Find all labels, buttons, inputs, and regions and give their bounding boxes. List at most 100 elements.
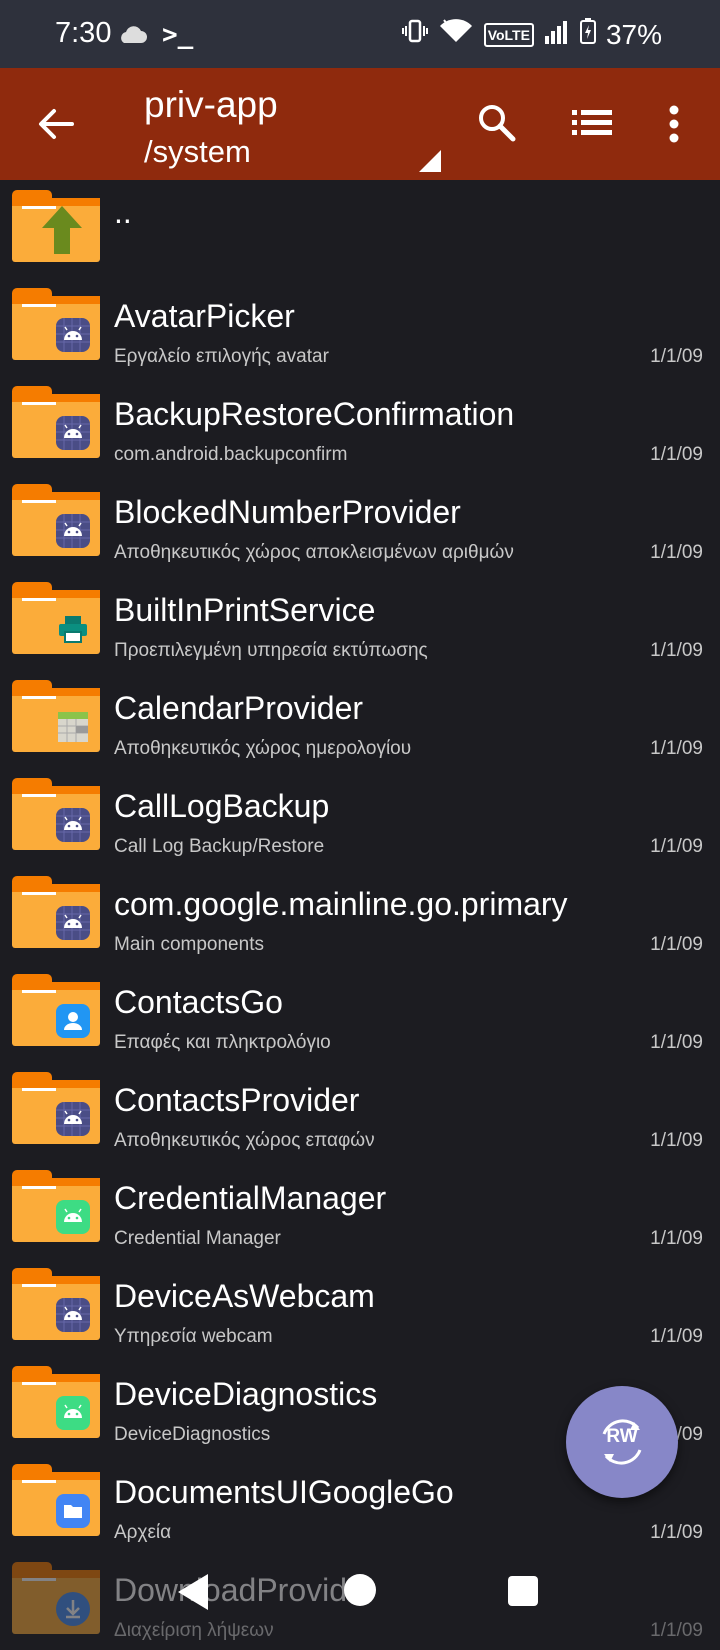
printer-icon [56, 612, 90, 646]
file-description: Main components [114, 934, 264, 955]
file-description: Αρχεία [114, 1522, 172, 1543]
file-date: 1/1/09 [650, 1130, 703, 1151]
file-name: DeviceAsWebcam [114, 1278, 375, 1314]
back-arrow-icon[interactable] [36, 104, 76, 149]
search-icon[interactable] [476, 102, 518, 149]
file-date: 1/1/09 [650, 346, 703, 367]
cloud-icon [117, 26, 147, 49]
file-name: CredentialManager [114, 1180, 387, 1216]
signal-icon [544, 19, 570, 51]
nav-home-icon[interactable] [344, 1574, 376, 1606]
volte-badge: VoLTE [483, 22, 534, 47]
wifi-icon [438, 18, 474, 51]
calendar-icon [56, 710, 90, 744]
file-row[interactable]: CredentialManager Credential Manager 1/1/0… [0, 1160, 720, 1258]
file-name: BackupRestoreConfirmation [114, 396, 515, 432]
status-time: 7:30 [55, 17, 112, 49]
file-row[interactable]: BackupRestoreConfirmation com.android.bac… [0, 376, 720, 474]
battery-charging-icon [579, 18, 596, 51]
file-date: 1/1/09 [650, 1326, 703, 1347]
vibrate-icon [401, 18, 428, 51]
file-date: 1/1/09 [650, 444, 703, 465]
folder-icon [12, 582, 100, 654]
file-row[interactable]: CalendarProvider Αποθηκευτικός χώρος ημερ… [0, 670, 720, 768]
folder-title: priv-app [144, 84, 278, 125]
file-description: DeviceDiagnostics [114, 1424, 271, 1445]
file-name: com.google.mainline.go.primary [114, 886, 568, 922]
file-row[interactable]: BuiltInPrintService Προεπιλεγμένη υπηρεσί… [0, 572, 720, 670]
folder-icon [12, 1464, 100, 1536]
contacts-icon [56, 1004, 90, 1038]
file-row[interactable]: DeviceAsWebcam Υπηρεσία webcam 1/1/09 [0, 1258, 720, 1356]
file-name: DocumentsUIGoogleGo [114, 1474, 454, 1510]
folder-icon [12, 876, 100, 948]
file-date: 1/1/09 [650, 738, 703, 759]
remount-rw-button[interactable]: RW [566, 1386, 678, 1498]
folder-icon [12, 974, 100, 1046]
file-name: CallLogBackup [114, 788, 330, 824]
android-green-icon [56, 1396, 90, 1430]
file-date: 1/1/09 [650, 542, 703, 563]
folder-path[interactable]: /system [144, 134, 251, 170]
file-row[interactable]: com.google.mainline.go.primary Main compo… [0, 866, 720, 964]
folder-up-icon [12, 190, 100, 262]
folder-icon [12, 1268, 100, 1340]
file-name: ContactsGo [114, 984, 283, 1020]
folder-icon [12, 680, 100, 752]
folder-icon [12, 1072, 100, 1144]
file-row[interactable]: AvatarPicker Εργαλείο επιλογής avatar 1/1/… [0, 278, 720, 376]
folder-icon [12, 484, 100, 556]
nav-recents-icon[interactable] [508, 1576, 538, 1606]
file-description: Call Log Backup/Restore [114, 836, 325, 857]
more-options-icon[interactable] [668, 104, 680, 149]
android-icon [56, 808, 90, 842]
folder-icon [12, 288, 100, 360]
battery-percent: 37% [605, 18, 662, 50]
file-name: ContactsProvider [114, 1082, 360, 1118]
app-bar: priv-app /system [0, 68, 720, 180]
file-name: BlockedNumberProvider [114, 494, 461, 530]
path-dropdown-icon[interactable] [419, 150, 441, 172]
file-date: 1/1/09 [650, 934, 703, 955]
status-indicators: VoLTE 37% [401, 18, 662, 51]
file-description: Εργαλείο επιλογής avatar [114, 346, 329, 367]
folder-icon [12, 1170, 100, 1242]
file-name: CalendarProvider [114, 690, 364, 726]
file-description: Επαφές και πληκτρολόγιο [114, 1032, 331, 1053]
file-date: 1/1/09 [650, 836, 703, 857]
folder-icon [12, 1366, 100, 1438]
android-icon [56, 1102, 90, 1136]
file-description: com.android.backupconfirm [114, 444, 348, 465]
parent-directory-row[interactable]: .. [0, 180, 720, 278]
system-nav-bar [0, 1560, 720, 1640]
file-row[interactable]: CallLogBackup Call Log Backup/Restore 1/1/… [0, 768, 720, 866]
file-description: Υπηρεσία webcam [114, 1326, 273, 1347]
file-date: 1/1/09 [650, 1522, 703, 1543]
file-date: 1/1/09 [650, 640, 703, 661]
file-name: DeviceDiagnostics [114, 1376, 378, 1412]
file-date: 1/1/09 [650, 1228, 703, 1249]
list-view-icon[interactable] [572, 108, 612, 143]
android-icon [56, 318, 90, 352]
files-icon [56, 1494, 90, 1528]
file-description: Credential Manager [114, 1228, 281, 1249]
folder-icon [12, 386, 100, 458]
file-row[interactable]: ContactsProvider Αποθηκευτικός χώρος επαφ… [0, 1062, 720, 1160]
file-date: 1/1/09 [650, 1032, 703, 1053]
terminal-icon: >_ [162, 20, 194, 50]
android-icon [56, 514, 90, 548]
file-description: Αποθηκευτικός χώρος αποκλεισμένων αριθμώ… [114, 542, 514, 563]
android-green-icon [56, 1200, 90, 1234]
file-row[interactable]: ContactsGo Επαφές και πληκτρολόγιο 1/1/09 [0, 964, 720, 1062]
fab-label: RW [606, 1426, 638, 1447]
android-icon [56, 416, 90, 450]
parent-directory-label: .. [114, 194, 132, 230]
android-icon [56, 1298, 90, 1332]
file-name: BuiltInPrintService [114, 592, 376, 628]
folder-icon [12, 778, 100, 850]
file-description: Αποθηκευτικός χώρος επαφών [114, 1130, 375, 1151]
android-icon [56, 906, 90, 940]
status-bar: 7:30 >_ VoLTE 37% [0, 0, 720, 68]
file-row[interactable]: BlockedNumberProvider Αποθηκευτικός χώρος… [0, 474, 720, 572]
nav-back-icon[interactable] [178, 1574, 208, 1610]
